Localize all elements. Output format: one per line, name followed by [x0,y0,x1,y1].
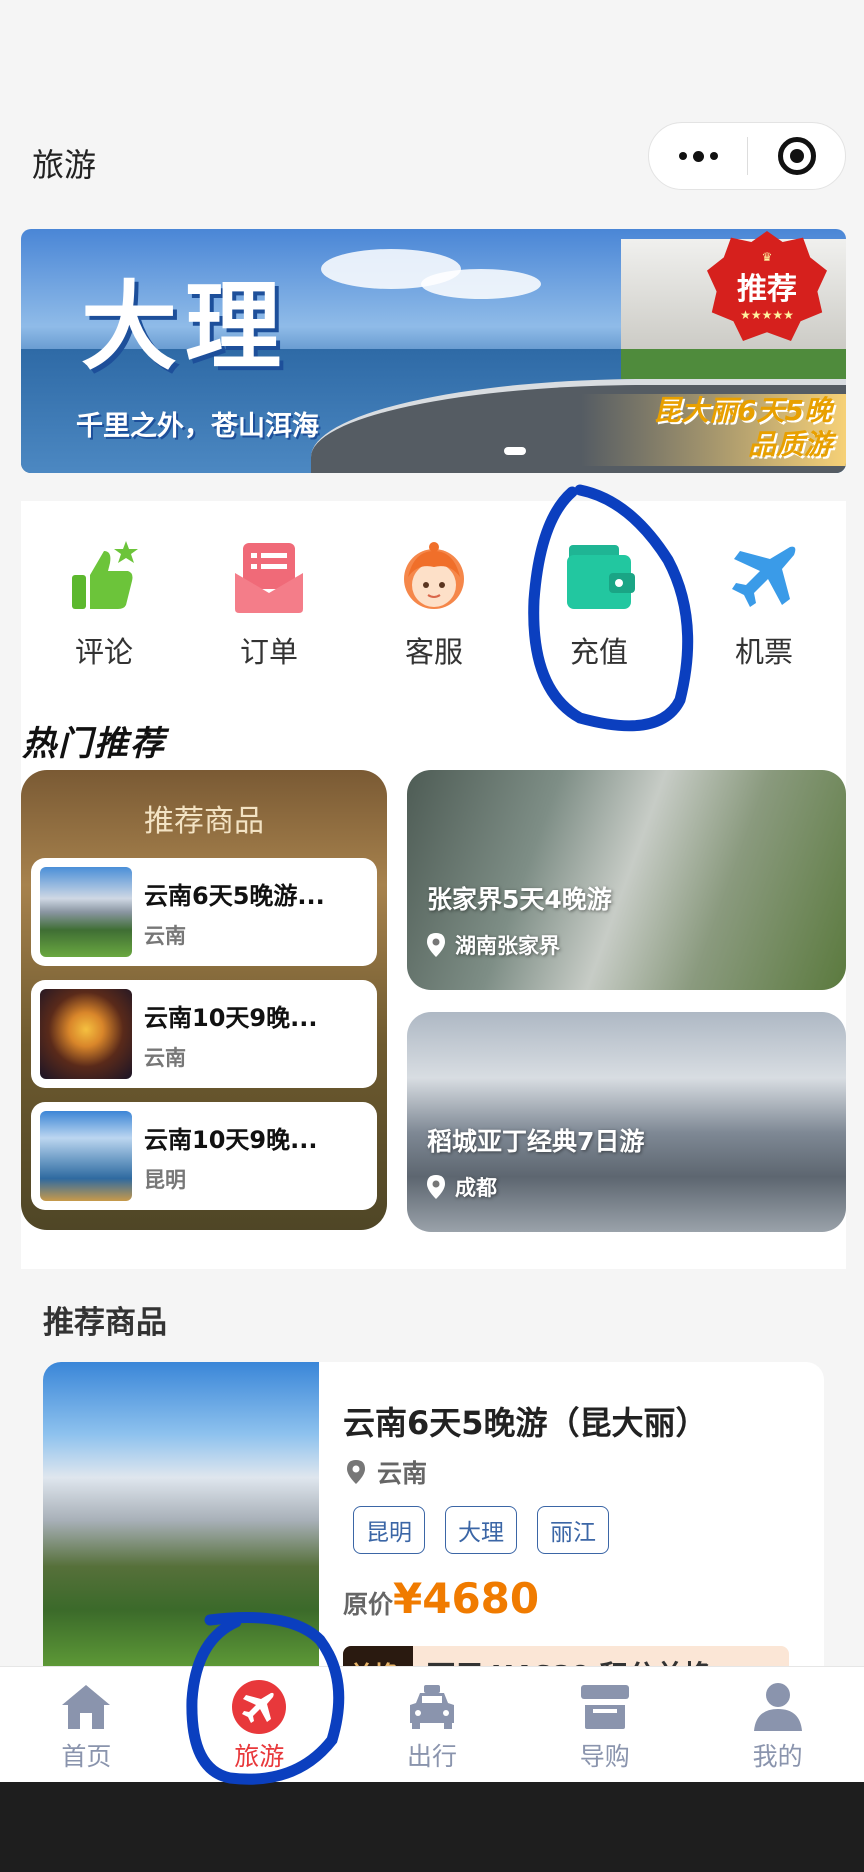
quick-item-review[interactable]: 评论 [44,537,164,671]
spot-card-zhangjiajie[interactable]: 张家界5天4晚游 湖南张家界 [407,770,846,990]
tab-travel[interactable]: 旅游 [173,1667,346,1782]
quick-item-flight[interactable]: 机票 [704,537,824,671]
plane-icon [724,537,804,617]
more-menu-button[interactable] [649,150,747,162]
customer-service-icon [394,537,474,617]
location-pin-icon [427,933,445,957]
thumbnail-image [40,867,132,957]
miniprogram-capsule [648,122,846,190]
thumbnail-image [40,1111,132,1201]
thumbnail-image [40,989,132,1079]
thumbs-up-icon [64,537,144,617]
banner-subtitle: 千里之外，苍山洱海 [76,411,319,442]
order-icon [229,537,309,617]
quick-item-recharge[interactable]: 充值 [539,537,659,671]
badge-crown-icon: ♛ [761,250,773,264]
product-price: 原价 ¥4680 [343,1574,540,1623]
tag: 大理 [445,1506,517,1554]
header: 旅游 [0,0,864,222]
product-name: 云南6天5晚游（昆大丽） [343,1404,708,1442]
tab-trip[interactable]: 出行 [346,1667,519,1782]
shop-icon [577,1679,633,1735]
tag-list: 昆明 大理 丽江 [353,1506,609,1554]
wallet-icon [559,537,639,617]
quick-item-order[interactable]: 订单 [209,537,329,671]
dot-icon [692,150,704,162]
quick-menu: 评论 订单 客服 充值 机票 [21,501,846,711]
tag: 昆明 [353,1506,425,1554]
location-pin-icon [427,1175,445,1199]
list-item[interactable]: 云南10天9晚... 云南 [31,980,377,1088]
tag: 丽江 [537,1506,609,1554]
tab-guide[interactable]: 导购 [518,1667,691,1782]
plane-icon [231,1679,287,1735]
list-item[interactable]: 云南10天9晚... 昆明 [31,1102,377,1210]
product-card[interactable]: 云南6天5晚游（昆大丽） 云南 昆明 大理 丽江 原价 ¥4680 兑换 可用 … [43,1362,824,1692]
spot-card-daocheng[interactable]: 稻城亚丁经典7日游 成都 [407,1012,846,1232]
system-navigation-bar [0,1782,864,1872]
location-pin-icon [347,1460,365,1484]
section-title: 推荐商品 [43,1305,167,1341]
product-image [43,1362,319,1692]
list-item[interactable]: 云南6天5晚游... 云南 [31,858,377,966]
hot-title: 热门推荐 [22,724,166,764]
banner-carousel[interactable]: 大理 千里之外，苍山洱海 ♛ 推荐 ★★★★★ 昆大丽6天5晚 品质游 [21,229,846,473]
dot-icon [709,152,718,160]
page-title: 旅游 [32,146,97,184]
panel-title: 推荐商品 [144,804,264,839]
car-icon [404,1679,460,1735]
quick-item-service[interactable]: 客服 [374,537,494,671]
dot-icon [678,152,687,160]
banner-title: 大理 [81,270,289,383]
close-miniprogram-button[interactable] [748,137,845,175]
recommend-panel: 推荐商品 云南6天5晚游... 云南 云南10天9晚... 云南 云南10天9晚… [21,770,387,1230]
banner-tag: 昆大丽6天5晚 品质游 [581,394,846,466]
tab-home[interactable]: 首页 [0,1667,173,1782]
carousel-indicator [504,447,526,455]
home-icon [58,1679,114,1735]
tab-mine[interactable]: 我的 [691,1667,864,1782]
tab-bar: 首页 旅游 出行 导购 我的 [0,1666,864,1782]
product-location: 云南 [347,1454,427,1490]
target-icon [777,137,816,175]
user-icon [750,1679,806,1735]
